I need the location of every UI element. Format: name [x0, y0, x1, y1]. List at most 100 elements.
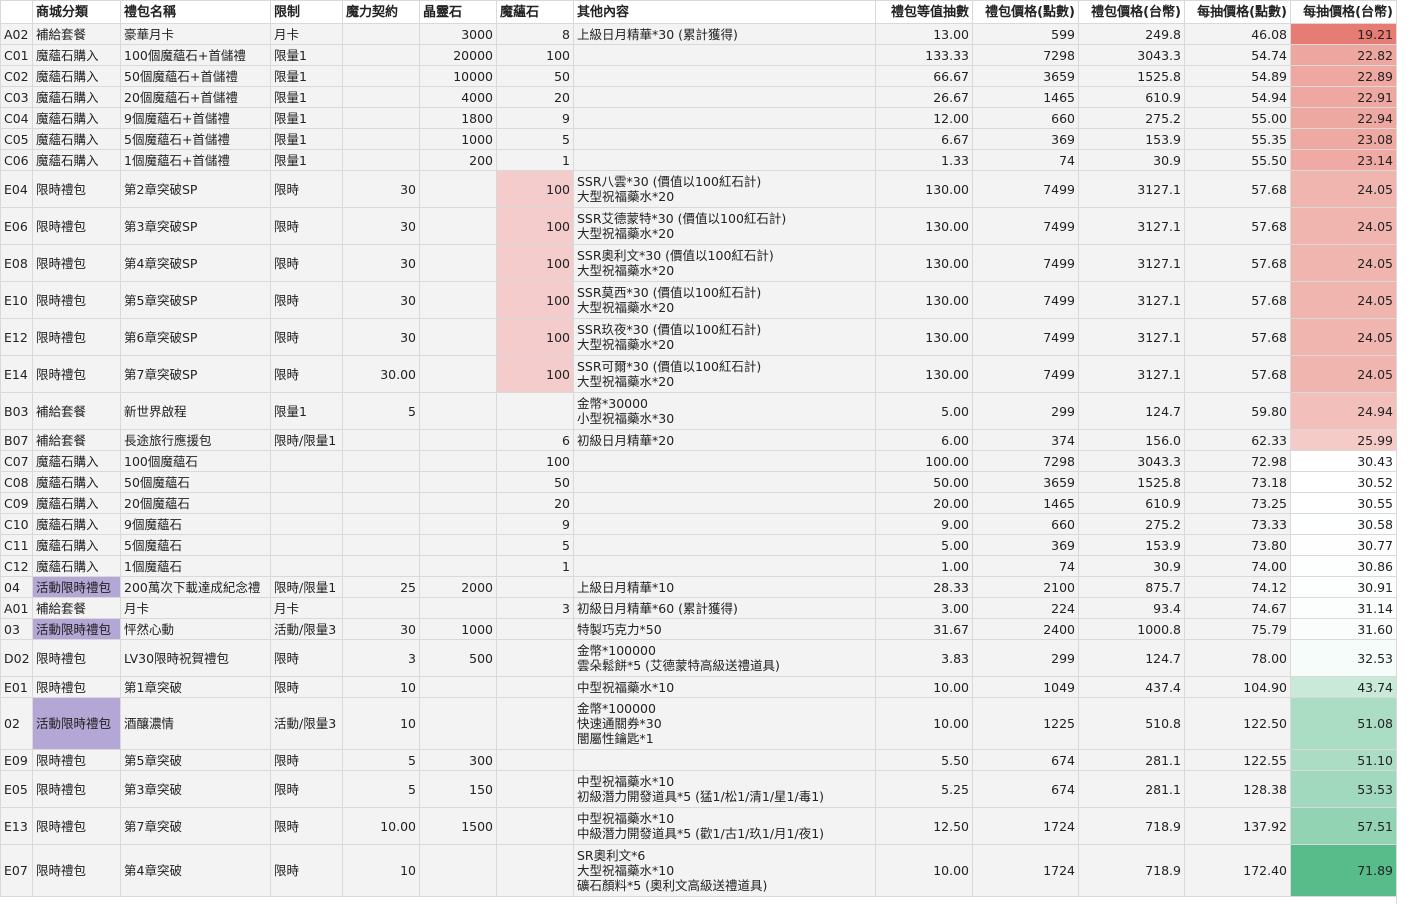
cell-pack-name[interactable]: 怦然心動 — [120, 618, 271, 640]
cell-price-twd[interactable]: 3127.1 — [1078, 244, 1185, 282]
cell-per-draw-twd[interactable]: 71.89 — [1290, 844, 1397, 897]
cell-price-twd[interactable]: 3127.1 — [1078, 207, 1185, 245]
cell-price-twd[interactable]: 510.8 — [1078, 697, 1185, 750]
cell-price-twd[interactable]: 275.2 — [1078, 107, 1185, 129]
cell-magic-contract[interactable] — [342, 149, 420, 171]
cell-magic-contract[interactable] — [342, 555, 420, 577]
cell-id[interactable]: E10 — [0, 281, 33, 319]
cell-magic-contract[interactable]: 30 — [342, 281, 420, 319]
cell-pack-name[interactable]: 豪華月卡 — [120, 23, 271, 45]
cell-per-draw-twd[interactable]: 30.86 — [1290, 555, 1397, 577]
cell-price-points[interactable]: 1465 — [972, 86, 1079, 108]
cell-spirit-stone[interactable]: 300 — [419, 749, 497, 771]
cell-per-draw-twd[interactable]: 53.53 — [1290, 770, 1397, 808]
cell-id[interactable]: E01 — [0, 676, 33, 698]
cell-price-twd[interactable]: 3043.3 — [1078, 44, 1185, 66]
cell-mana-stone[interactable]: 9 — [496, 513, 574, 535]
cell-magic-contract[interactable] — [342, 44, 420, 66]
cell-per-draw-points[interactable]: 55.50 — [1184, 149, 1291, 171]
cell-limit[interactable]: 活動/限量3 — [270, 697, 343, 750]
table-row[interactable]: C02 魔蘊石購入 50個魔蘊石+首儲禮 限量1 10000 50 66.67 3659 152… — [0, 65, 1397, 87]
cell-id[interactable]: E05 — [0, 770, 33, 808]
cell-equivalent-draws[interactable]: 12.50 — [875, 807, 973, 845]
cell-mana-stone[interactable] — [496, 844, 574, 897]
cell-equivalent-draws[interactable]: 9.00 — [875, 513, 973, 535]
cell-per-draw-points[interactable]: 57.68 — [1184, 318, 1291, 356]
cell-spirit-stone[interactable]: 10000 — [419, 65, 497, 87]
cell-price-twd[interactable]: 875.7 — [1078, 576, 1185, 598]
cell-price-twd[interactable]: 437.4 — [1078, 676, 1185, 698]
cell-id[interactable]: 04 — [0, 576, 33, 598]
cell-pack-name[interactable]: 100個魔蘊石 — [120, 450, 271, 472]
cell-equivalent-draws[interactable]: 1.00 — [875, 555, 973, 577]
cell-per-draw-twd[interactable]: 43.74 — [1290, 676, 1397, 698]
cell-equivalent-draws[interactable]: 10.00 — [875, 844, 973, 897]
cell-per-draw-twd[interactable]: 51.08 — [1290, 697, 1397, 750]
cell-id[interactable]: E12 — [0, 318, 33, 356]
cell-spirit-stone[interactable] — [419, 697, 497, 750]
cell-per-draw-twd[interactable]: 57.51 — [1290, 807, 1397, 845]
cell-pack-name[interactable]: 月卡 — [120, 597, 271, 619]
cell-price-twd[interactable]: 610.9 — [1078, 492, 1185, 514]
table-row[interactable]: E06 限時禮包 第3章突破SP 限時 30 100 SSR艾德蒙特*30 (價值以100紅… — [0, 207, 1397, 245]
table-row[interactable]: E14 限時禮包 第7章突破SP 限時 30.00 100 SSR可爾*30 (價值以100… — [0, 355, 1397, 393]
cell-per-draw-points[interactable]: 122.50 — [1184, 697, 1291, 750]
cell-spirit-stone[interactable] — [419, 318, 497, 356]
cell-price-points[interactable]: 1724 — [972, 844, 1079, 897]
cell-per-draw-twd[interactable]: 24.05 — [1290, 207, 1397, 245]
cell-spirit-stone[interactable] — [419, 244, 497, 282]
cell-pack-name[interactable]: 100個魔蘊石+首儲禮 — [120, 44, 271, 66]
cell-magic-contract[interactable] — [342, 492, 420, 514]
cell-price-twd[interactable]: 610.9 — [1078, 86, 1185, 108]
cell-pack-name[interactable]: 新世界啟程 — [120, 392, 271, 430]
cell-price-twd[interactable]: 30.9 — [1078, 149, 1185, 171]
cell-price-points[interactable]: 374 — [972, 429, 1079, 451]
cell-magic-contract[interactable]: 10 — [342, 697, 420, 750]
table-row[interactable]: E13 限時禮包 第7章突破 限時 10.00 1500 中型祝福藥水*10 中級潛力開發道… — [0, 807, 1397, 845]
cell-limit[interactable] — [270, 555, 343, 577]
cell-spirit-stone[interactable]: 500 — [419, 639, 497, 677]
cell-spirit-stone[interactable] — [419, 555, 497, 577]
cell-other-content[interactable]: SSR艾德蒙特*30 (價值以100紅石計) 大型祝福藥水*20 — [573, 207, 876, 245]
cell-pack-name[interactable]: LV30限時祝賀禮包 — [120, 639, 271, 677]
cell-equivalent-draws[interactable]: 130.00 — [875, 318, 973, 356]
cell-per-draw-points[interactable]: 54.74 — [1184, 44, 1291, 66]
cell-price-points[interactable]: 299 — [972, 639, 1079, 677]
cell-per-draw-points[interactable]: 74.12 — [1184, 576, 1291, 598]
cell-spirit-stone[interactable] — [419, 450, 497, 472]
cell-id[interactable]: C08 — [0, 471, 33, 493]
cell-per-draw-points[interactable]: 59.80 — [1184, 392, 1291, 430]
cell-other-content[interactable] — [573, 450, 876, 472]
cell-magic-contract[interactable]: 10 — [342, 844, 420, 897]
cell-other-content[interactable]: 中型祝福藥水*10 中級潛力開發道具*5 (歡1/古1/玖1/月1/夜1) — [573, 807, 876, 845]
cell-equivalent-draws[interactable]: 130.00 — [875, 281, 973, 319]
cell-other-content[interactable] — [573, 492, 876, 514]
cell-limit[interactable]: 限量1 — [270, 392, 343, 430]
cell-limit[interactable]: 限量1 — [270, 149, 343, 171]
cell-equivalent-draws[interactable]: 6.00 — [875, 429, 973, 451]
cell-pack-name[interactable]: 9個魔蘊石+首儲禮 — [120, 107, 271, 129]
cell-price-points[interactable]: 74 — [972, 149, 1079, 171]
cell-price-points[interactable]: 660 — [972, 107, 1079, 129]
cell-price-twd[interactable]: 3127.1 — [1078, 170, 1185, 208]
cell-pack-name[interactable]: 第5章突破 — [120, 749, 271, 771]
cell-per-draw-points[interactable]: 73.25 — [1184, 492, 1291, 514]
cell-mana-stone[interactable]: 50 — [496, 471, 574, 493]
cell-price-points[interactable]: 7499 — [972, 355, 1079, 393]
table-row[interactable]: C06 魔蘊石購入 1個魔蘊石+首儲禮 限量1 200 1 1.33 74 30.9 55.50 2… — [0, 149, 1397, 171]
cell-magic-contract[interactable]: 30 — [342, 170, 420, 208]
cell-per-draw-twd[interactable]: 24.05 — [1290, 281, 1397, 319]
cell-spirit-stone[interactable]: 1000 — [419, 618, 497, 640]
cell-price-twd[interactable]: 718.9 — [1078, 844, 1185, 897]
cell-id[interactable]: D02 — [0, 639, 33, 677]
cell-pack-name[interactable]: 200萬次下載達成紀念禮 — [120, 576, 271, 598]
cell-mana-stone[interactable] — [496, 676, 574, 698]
cell-id[interactable]: B07 — [0, 429, 33, 451]
cell-price-twd[interactable]: 718.9 — [1078, 807, 1185, 845]
cell-per-draw-twd[interactable]: 31.60 — [1290, 618, 1397, 640]
cell-category[interactable]: 魔蘊石購入 — [32, 44, 121, 66]
cell-spirit-stone[interactable]: 1500 — [419, 807, 497, 845]
cell-equivalent-draws[interactable]: 13.00 — [875, 23, 973, 45]
cell-per-draw-points[interactable]: 104.90 — [1184, 676, 1291, 698]
cell-id[interactable]: C01 — [0, 44, 33, 66]
